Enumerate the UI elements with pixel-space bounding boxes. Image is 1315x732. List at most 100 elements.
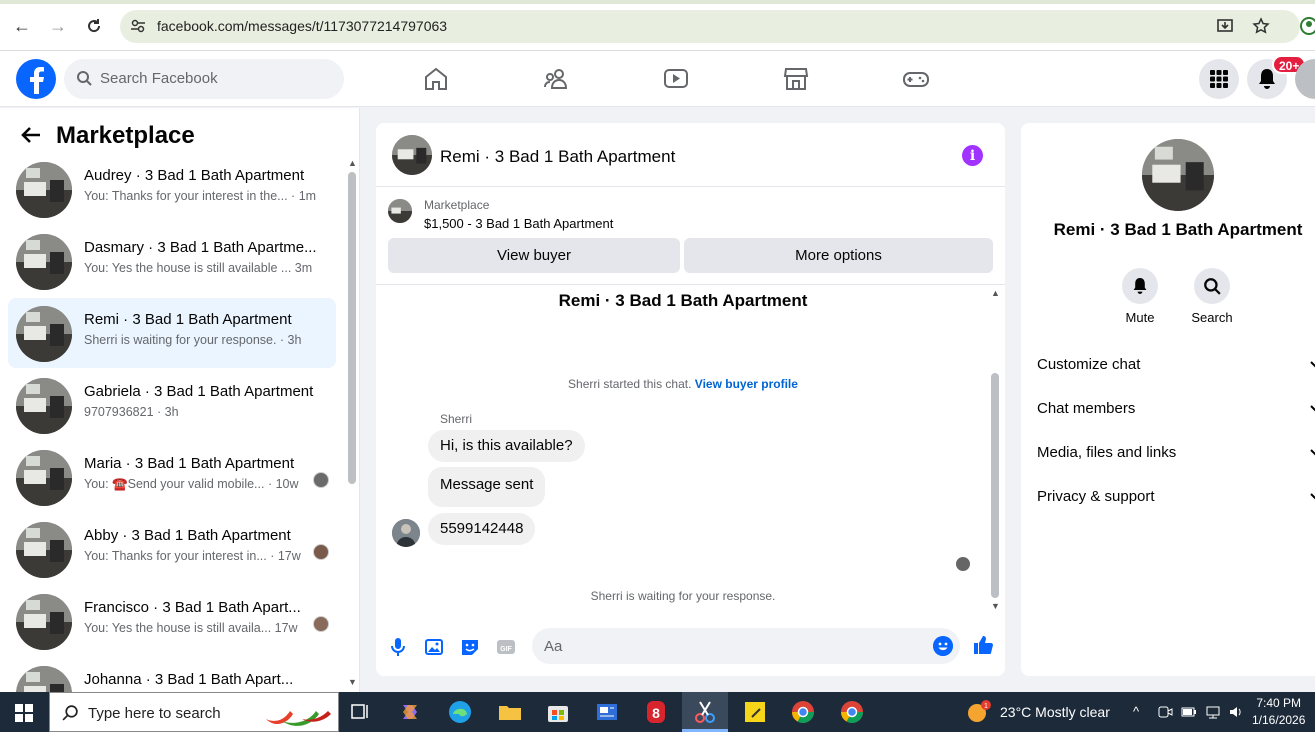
browser-tab-strip <box>0 0 1315 4</box>
message-bubble[interactable]: 5599142448 <box>428 513 536 545</box>
conversation-item[interactable]: Audrey · 3 Bad 1 Bath Apartment You: Tha… <box>8 154 336 224</box>
chat-members-row[interactable]: Chat members <box>1037 400 1315 417</box>
chevron-down-icon <box>1310 361 1315 368</box>
waiting-notice: Sherri is waiting for your response. <box>590 589 776 603</box>
reload-icon[interactable] <box>83 15 105 37</box>
info-icon[interactable]: i <box>962 145 983 166</box>
seen-avatar <box>313 616 329 632</box>
facebook-header: Search Facebook 20+ <box>0 51 1315 107</box>
copilot-icon[interactable] <box>397 699 423 725</box>
conversation-item[interactable]: Maria · 3 Bad 1 Bath Apartment You: ☎️Se… <box>8 442 336 512</box>
sticky-notes-icon[interactable] <box>742 699 768 725</box>
taskbar-search-placeholder: Type here to search <box>88 705 221 722</box>
conversation-item[interactable]: Dasmary · 3 Bad 1 Bath Apartme... You: Y… <box>8 226 336 296</box>
conversation-name: Audrey · 3 Bad 1 Bath Apartment <box>84 167 305 184</box>
microphone-icon[interactable] <box>387 636 409 658</box>
store-icon[interactable] <box>545 699 571 725</box>
chat-started-text: Sherri started this chat. <box>568 377 692 391</box>
back-arrow-icon[interactable] <box>20 124 42 146</box>
chat-scrollbar[interactable] <box>991 373 999 598</box>
weather-icon[interactable]: 1 <box>965 699 993 725</box>
search-icon <box>62 705 78 721</box>
volume-icon[interactable] <box>1228 704 1244 720</box>
taskbar-search-box[interactable]: Type here to search <box>49 692 339 732</box>
mute-button[interactable]: Mute <box>1110 268 1170 325</box>
search-facebook-input[interactable]: Search Facebook <box>64 59 344 99</box>
scroll-up-icon[interactable]: ▲ <box>348 158 357 168</box>
conversation-item[interactable]: Gabriela · 3 Bad 1 Bath Apartment 970793… <box>8 370 336 440</box>
conversation-snippet: You: ☎️Send your valid mobile... · 10w <box>84 477 299 491</box>
system-clock[interactable]: 7:40 PM 1/16/2026 <box>1252 695 1305 729</box>
conversation-item[interactable]: Johanna · 3 Bad 1 Bath Apart... <box>8 658 336 692</box>
listing-thumbnail[interactable] <box>388 199 412 223</box>
home-icon[interactable] <box>422 65 450 93</box>
svg-text:GIF: GIF <box>500 646 512 653</box>
bookmark-star-icon[interactable] <box>1252 17 1270 35</box>
scroll-down-icon[interactable]: ▼ <box>348 677 357 687</box>
install-app-icon[interactable] <box>1216 17 1234 35</box>
listing-price-title[interactable]: $1,500 - 3 Bad 1 Bath Apartment <box>424 216 613 231</box>
scroll-down-icon[interactable]: ▼ <box>991 601 1000 611</box>
message-bubble[interactable]: Message sent <box>428 467 546 507</box>
windows-start-icon[interactable] <box>15 704 33 722</box>
snipping-tool-icon[interactable] <box>692 699 718 725</box>
windows-taskbar: Type here to search 8 1 23°C Mostly clea… <box>0 692 1315 732</box>
edge-icon[interactable] <box>447 699 473 725</box>
battery-icon[interactable] <box>1181 704 1197 720</box>
chat-avatar[interactable] <box>392 135 432 175</box>
address-bar[interactable]: facebook.com/messages/t/1173077214797063 <box>120 10 1300 43</box>
search-icon <box>1204 278 1221 295</box>
network-icon[interactable] <box>1205 704 1221 720</box>
chevron-up-icon[interactable]: ^ <box>1133 704 1139 719</box>
friends-icon[interactable] <box>542 65 570 93</box>
conversations-sidebar: Marketplace Audrey · 3 Bad 1 Bath Apartm… <box>0 108 360 692</box>
customize-chat-row[interactable]: Customize chat <box>1037 356 1315 373</box>
sticker-icon[interactable] <box>459 636 481 658</box>
chrome-icon[interactable] <box>839 699 865 725</box>
site-settings-icon[interactable] <box>130 18 146 34</box>
app-icon-red[interactable]: 8 <box>643 699 669 725</box>
chat-title[interactable]: Remi · 3 Bad 1 Bath Apartment <box>440 147 675 167</box>
message-input[interactable]: Aa <box>532 628 960 664</box>
search-conversation-button[interactable]: Search <box>1182 268 1242 325</box>
conversation-snippet: You: Yes the house is still availa... 17… <box>84 621 298 635</box>
conversation-snippet: You: Thanks for your interest in the... … <box>84 189 317 203</box>
conversation-item-active[interactable]: Remi · 3 Bad 1 Bath Apartment Sherri is … <box>8 298 336 368</box>
marketplace-listing-banner: Marketplace $1,500 - 3 Bad 1 Bath Apartm… <box>376 187 1005 285</box>
view-buyer-button[interactable]: View buyer <box>388 238 680 273</box>
url-text[interactable]: facebook.com/messages/t/1173077214797063 <box>157 18 447 34</box>
scroll-up-icon[interactable]: ▲ <box>991 288 1000 298</box>
svg-text:8: 8 <box>652 705 660 721</box>
menu-grid-button[interactable] <box>1199 59 1239 99</box>
thumbs-up-icon[interactable] <box>972 634 994 656</box>
sidebar-scrollbar[interactable] <box>348 172 356 484</box>
sender-name: Sherri <box>440 412 473 426</box>
gaming-icon[interactable] <box>902 65 930 93</box>
details-avatar[interactable] <box>1142 139 1214 211</box>
conversation-item[interactable]: Francisco · 3 Bad 1 Bath Apart... You: Y… <box>8 586 336 656</box>
back-icon[interactable]: ← <box>11 15 33 37</box>
marketplace-icon[interactable] <box>782 65 810 93</box>
forward-icon[interactable]: → <box>47 15 69 37</box>
chrome-profile-icon[interactable] <box>790 699 816 725</box>
privacy-support-row[interactable]: Privacy & support <box>1037 488 1315 505</box>
view-buyer-profile-link[interactable]: View buyer profile <box>695 377 798 391</box>
meet-now-icon[interactable] <box>1157 704 1173 720</box>
media-files-links-row[interactable]: Media, files and links <box>1037 444 1315 461</box>
more-options-button[interactable]: More options <box>684 238 993 273</box>
file-explorer-icon[interactable] <box>497 699 523 725</box>
message-composer: GIF Aa <box>376 623 1005 676</box>
conversation-item[interactable]: Abby · 3 Bad 1 Bath Apartment You: Thank… <box>8 514 336 584</box>
photo-icon[interactable] <box>423 636 445 658</box>
gif-icon[interactable]: GIF <box>495 636 517 658</box>
video-icon[interactable] <box>662 65 690 93</box>
facebook-logo-icon[interactable] <box>16 59 56 99</box>
sender-avatar[interactable] <box>392 519 420 547</box>
task-view-icon[interactable] <box>347 699 373 725</box>
search-placeholder: Search Facebook <box>100 70 218 87</box>
news-icon[interactable] <box>594 699 620 725</box>
message-bubble[interactable]: Hi, is this available? <box>428 430 585 462</box>
weather-text[interactable]: 23°C Mostly clear <box>1000 704 1110 720</box>
emoji-icon[interactable] <box>933 636 953 656</box>
profile-icon[interactable] <box>1300 17 1315 35</box>
